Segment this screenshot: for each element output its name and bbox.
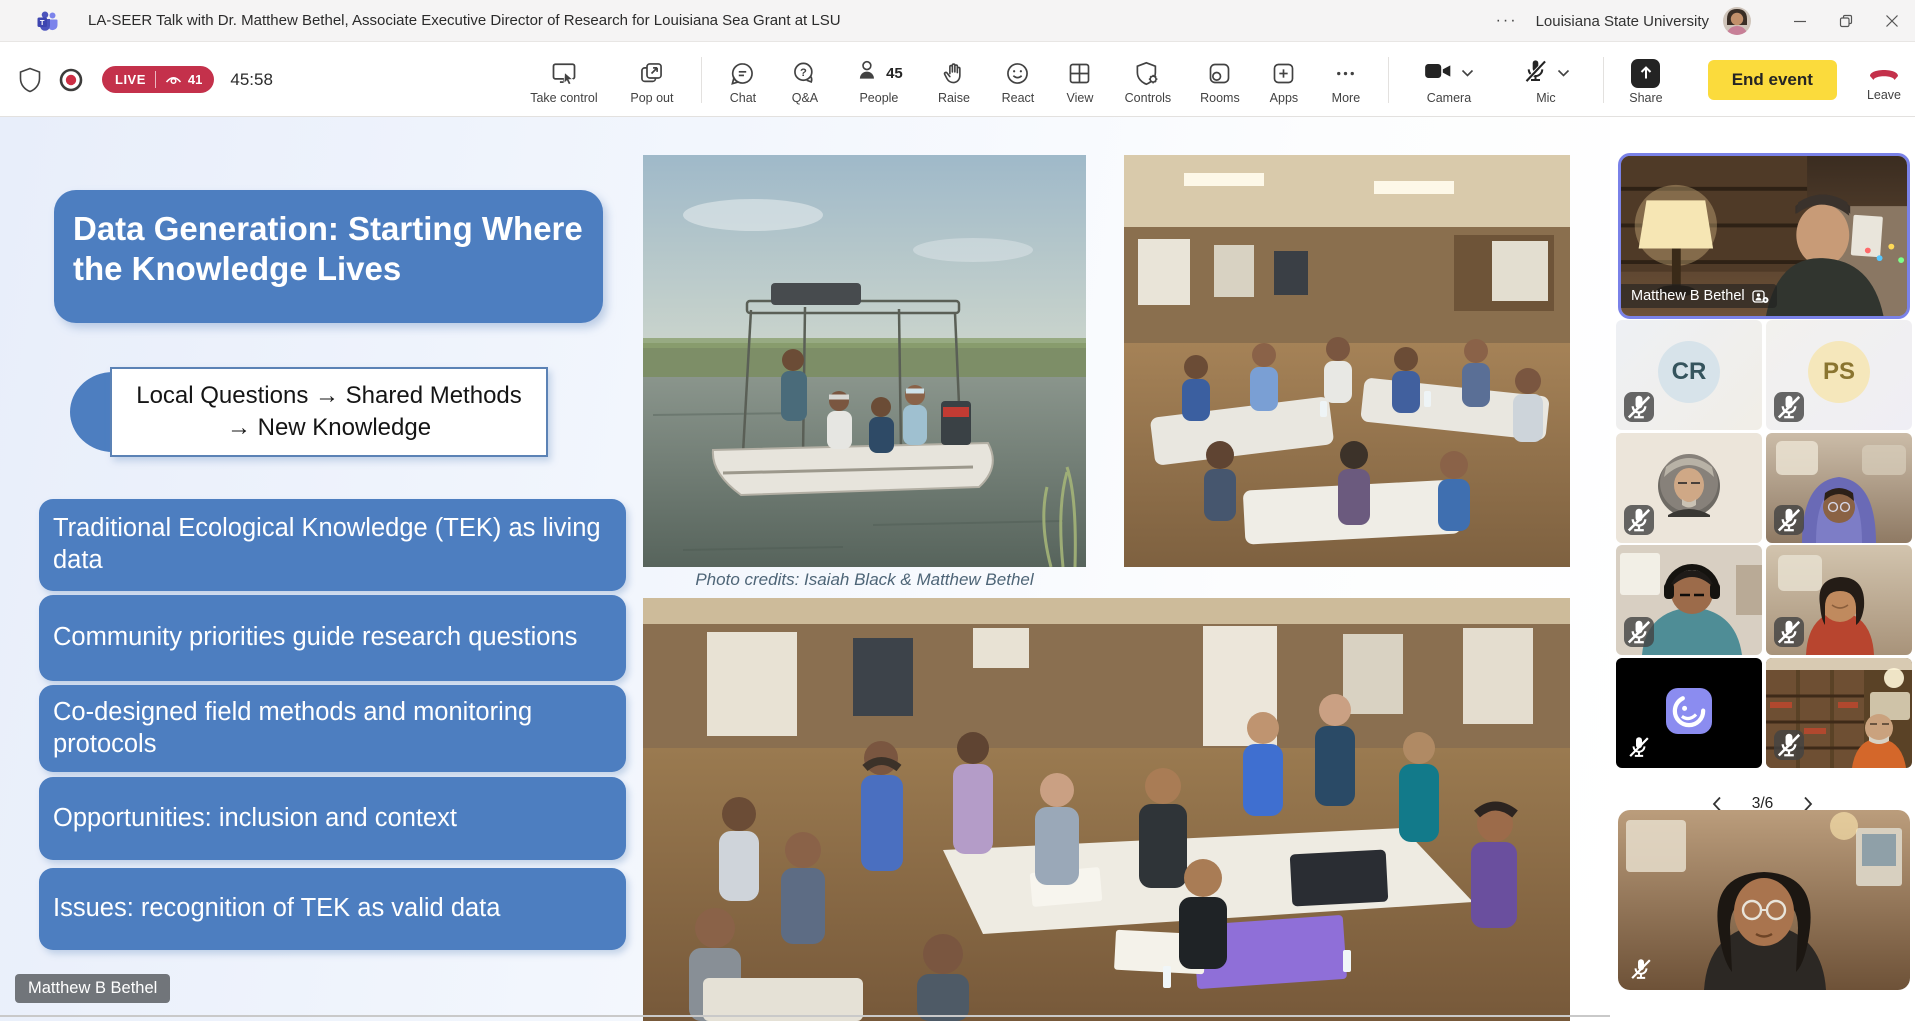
people-count-badge: 45 [886, 65, 903, 82]
title-bar: T LA-SEER Talk with Dr. Matthew Bethel, … [0, 0, 1915, 42]
participant-tile-camera-off[interactable] [1616, 658, 1762, 768]
viewers-eye-icon [165, 73, 182, 86]
react-button[interactable]: React [986, 43, 1050, 116]
photo-group-mapping-session [643, 598, 1570, 1021]
speaker-name-label: Matthew B Bethel [1621, 284, 1777, 308]
share-icon [1631, 58, 1660, 88]
live-badge: LIVE 41 [102, 66, 214, 93]
view-icon [1066, 58, 1093, 88]
more-button[interactable]: More [1314, 43, 1378, 116]
participant-initials: CR [1658, 341, 1720, 403]
screen-control-icon [550, 58, 578, 88]
participant-initials: PS [1808, 341, 1870, 403]
participant-tile-video[interactable] [1766, 433, 1912, 543]
pop-out-button[interactable]: Pop out [613, 43, 691, 116]
photo-community-workshop [1124, 155, 1570, 567]
minimize-button[interactable] [1777, 0, 1823, 42]
spotlight-icon [1752, 289, 1769, 304]
account-name: Louisiana State University [1536, 13, 1709, 30]
photo-credits: Photo credits: Isaiah Black & Matthew Be… [643, 570, 1086, 590]
mic-muted-icon [1522, 57, 1549, 90]
participant-tile-video[interactable] [1766, 545, 1912, 655]
participant-tile-avatar-photo[interactable] [1616, 433, 1762, 543]
pop-out-icon [638, 58, 665, 88]
qa-icon: ? [791, 58, 818, 88]
participant-tile-cr[interactable]: CR [1616, 320, 1762, 430]
self-view-tile[interactable] [1618, 810, 1910, 990]
leave-button[interactable]: Leave [1867, 57, 1901, 102]
mic-muted-badge [1624, 617, 1654, 647]
slide-bullet: Issues: recognition of TEK as valid data [39, 868, 626, 950]
presenter-name-overlay: Matthew B Bethel [15, 974, 170, 1003]
mic-button[interactable]: Mic [1499, 43, 1593, 116]
take-control-button[interactable]: Take control [515, 43, 613, 116]
raise-hand-button[interactable]: Raise [922, 43, 986, 116]
mic-muted-badge [1624, 505, 1654, 535]
callout-text: Local Questions → Shared Methods → New K… [110, 367, 548, 457]
viewer-count: 41 [188, 72, 202, 87]
participants-panel: Matthew B Bethel CR PS [1610, 117, 1915, 1021]
participant-tile-video[interactable] [1766, 658, 1912, 768]
view-button[interactable]: View [1050, 43, 1110, 116]
participant-tile-video[interactable] [1616, 545, 1762, 655]
active-speaker-tile[interactable]: Matthew B Bethel [1618, 153, 1910, 319]
slide-bullet: Co-designed field methods and monitoring… [39, 685, 626, 772]
mic-muted-badge [1774, 505, 1804, 535]
end-event-button[interactable]: End event [1708, 60, 1837, 100]
apps-icon [1270, 58, 1297, 88]
slide-title: Data Generation: Starting Where the Know… [54, 190, 603, 323]
recording-indicator-icon [58, 67, 84, 93]
rooms-button[interactable]: Rooms [1186, 43, 1254, 116]
meeting-stage: Data Generation: Starting Where the Know… [0, 117, 1915, 1021]
slide-callout: Local Questions → Shared Methods → New K… [70, 367, 548, 457]
mic-muted-badge [1774, 392, 1804, 422]
mic-muted-icon [1628, 956, 1654, 982]
meeting-toolbar: LIVE 41 45:58 Take control Pop out [0, 43, 1915, 117]
share-button[interactable]: Share [1614, 43, 1678, 116]
people-icon [855, 57, 881, 89]
shared-window-edge [0, 1015, 1610, 1017]
raise-hand-icon [941, 58, 967, 88]
security-shield-icon [18, 67, 42, 93]
more-icon [1332, 58, 1359, 88]
slide-bullet: Community priorities guide research ques… [39, 595, 626, 681]
mic-muted-badge [1774, 617, 1804, 647]
meeting-timer: 45:58 [230, 70, 273, 90]
rooms-icon [1206, 58, 1233, 88]
svg-text:T: T [40, 17, 45, 26]
live-label: LIVE [115, 72, 146, 87]
teams-meeting-window: T LA-SEER Talk with Dr. Matthew Bethel, … [0, 0, 1915, 1021]
slide-bullet: Opportunities: inclusion and context [39, 777, 626, 860]
participant-tile-ps[interactable]: PS [1766, 320, 1912, 430]
camera-button[interactable]: Camera [1399, 43, 1499, 116]
mic-chevron[interactable] [1557, 69, 1570, 78]
restore-button[interactable] [1823, 0, 1869, 42]
mic-muted-badge [1774, 730, 1804, 760]
people-button[interactable]: 45 People [836, 43, 922, 116]
controls-button[interactable]: Controls [1110, 43, 1186, 116]
avatar-mode-icon [1666, 688, 1712, 734]
qa-button[interactable]: ? Q&A [774, 43, 836, 116]
window-title: LA-SEER Talk with Dr. Matthew Bethel, As… [88, 12, 841, 29]
camera-icon [1423, 58, 1453, 89]
controls-icon [1134, 58, 1161, 88]
titlebar-more-menu[interactable]: ··· [1478, 12, 1536, 30]
camera-chevron[interactable] [1461, 69, 1474, 78]
mic-muted-badge [1624, 392, 1654, 422]
slide-bullet: Traditional Ecological Knowledge (TEK) a… [39, 499, 626, 591]
photo-boat-fieldwork [643, 155, 1086, 567]
mic-muted-icon [1626, 734, 1652, 760]
user-avatar[interactable] [1723, 7, 1751, 35]
chat-icon [729, 58, 756, 88]
react-icon [1004, 58, 1031, 88]
svg-text:?: ? [800, 66, 807, 78]
teams-app-icon: T [36, 9, 60, 33]
shared-slide: Data Generation: Starting Where the Know… [0, 117, 1610, 1021]
close-button[interactable] [1869, 0, 1915, 42]
apps-button[interactable]: Apps [1254, 43, 1314, 116]
leave-phone-icon [1867, 57, 1901, 87]
chat-button[interactable]: Chat [712, 43, 774, 116]
